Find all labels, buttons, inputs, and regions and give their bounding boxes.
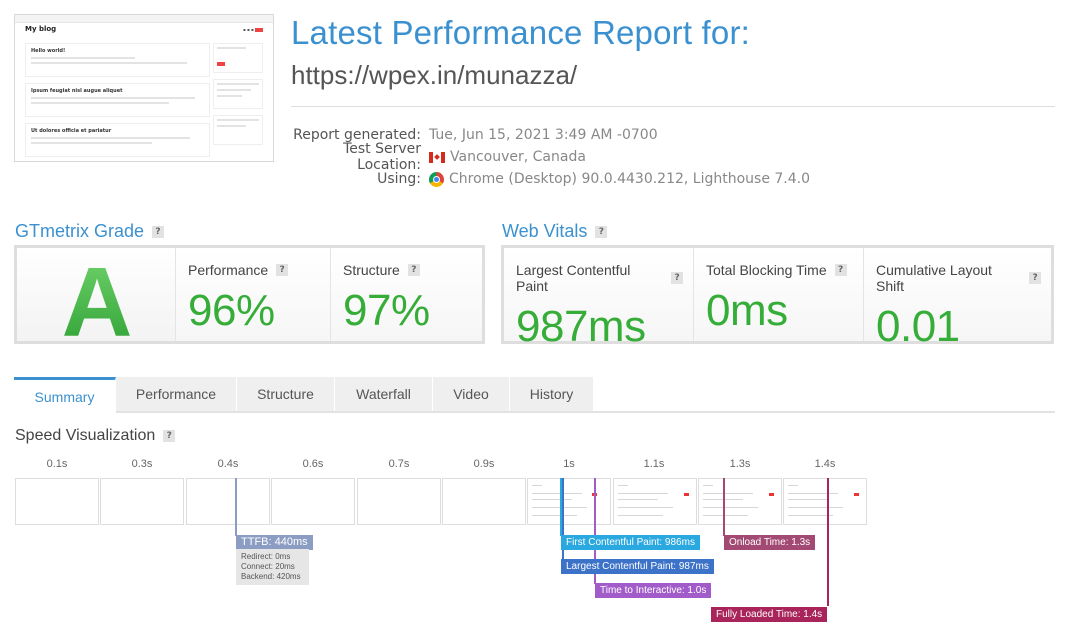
tick-label: 0.9s	[473, 458, 495, 470]
tab-history[interactable]: History	[510, 377, 594, 411]
help-icon[interactable]: ?	[834, 264, 847, 276]
tab-waterfall[interactable]: Waterfall	[335, 377, 433, 411]
performance-value: 96%	[188, 286, 275, 335]
thumbnail-post: Hello world!	[25, 43, 210, 77]
tick-label: 0.3s	[131, 458, 153, 470]
performance-cell: Performance? 96%	[175, 248, 330, 341]
filmstrip-frame[interactable]	[357, 478, 441, 525]
thumbnail-nav: ▪ ▪ ▪	[243, 27, 263, 32]
grade-letter: A	[61, 246, 133, 357]
filmstrip-frame[interactable]	[271, 478, 355, 525]
structure-cell: Structure? 97%	[330, 248, 482, 341]
help-icon[interactable]: ?	[1029, 272, 1041, 284]
tab-video[interactable]: Video	[433, 377, 510, 411]
tbt-cell: Total Blocking Time? 0ms	[693, 248, 863, 341]
ttfb-backend: Backend: 420ms	[241, 572, 301, 581]
report-tabs: Summary Performance Structure Waterfall …	[14, 377, 1055, 413]
tti-marker: Time to Interactive: 1.0s	[595, 583, 712, 598]
lcp-label: Largest Contentful Paint	[516, 262, 631, 294]
lcp-value: 987ms	[516, 302, 646, 351]
lcp-cell: Largest Contentful Paint? 987ms	[504, 248, 693, 351]
cls-value: 0.01	[876, 302, 960, 351]
fully-loaded-marker: Fully Loaded Time: 1.4s	[711, 607, 828, 622]
gtmetrix-grade-panel: A Performance? 96% Structure? 97%	[14, 245, 485, 351]
meta-row-location: Test Server Location: Vancouver, Canada	[291, 141, 810, 173]
ttfb-connect: Connect: 20ms	[241, 562, 295, 571]
thumbnail-posts: Hello world! Ipsum feugiat nisl augue al…	[25, 43, 210, 161]
help-icon[interactable]: ?	[163, 430, 176, 442]
performance-label: Performance	[188, 262, 269, 278]
onload-marker: Onload Time: 1.3s	[724, 535, 816, 550]
ttfb-marker: TTFB: 440ms	[236, 535, 313, 550]
meta-value: Vancouver, Canada	[450, 149, 586, 165]
filmstrip-frame[interactable]	[783, 478, 867, 525]
meta-value: Chrome (Desktop) 90.0.4430.212, Lighthou…	[449, 171, 811, 187]
tick-label: 0.6s	[302, 458, 324, 470]
thumbnail-post: Ut dolores officia et pariatur	[25, 123, 210, 157]
filmstrip-frame[interactable]	[613, 478, 697, 525]
tab-performance[interactable]: Performance	[116, 377, 237, 411]
ttfb-redirect: Redirect: 0ms	[241, 552, 291, 561]
tab-structure[interactable]: Structure	[237, 377, 335, 411]
tick-label: 1.1s	[643, 458, 665, 470]
help-icon[interactable]: ?	[152, 225, 165, 238]
ttfb-line	[235, 478, 237, 536]
tick-label: 0.1s	[46, 458, 68, 470]
cls-cell: Cumulative Layout Shift? 0.01	[863, 248, 1051, 351]
gtmetrix-grade-heading: GTmetrix Grade ?	[15, 221, 165, 242]
help-icon[interactable]: ?	[407, 264, 420, 276]
tick-label: 1.3s	[729, 458, 751, 470]
help-icon[interactable]: ?	[276, 264, 289, 276]
meta-row-using: Using: Chrome (Desktop) 90.0.4430.212, L…	[291, 168, 810, 190]
meta-key: Using:	[377, 171, 421, 187]
filmstrip-frame[interactable]	[527, 478, 611, 525]
thumbnail-sidebar	[213, 43, 263, 151]
canada-flag-icon	[429, 151, 445, 163]
tick-label: 0.7s	[388, 458, 410, 470]
help-icon[interactable]: ?	[671, 272, 683, 284]
lcp-marker: Largest Contentful Paint: 987ms	[561, 559, 714, 574]
speed-visualization-heading: Speed Visualization ?	[15, 427, 176, 445]
page-screenshot-thumbnail[interactable]: My blog ▪ ▪ ▪ Hello world! Ipsum feugiat…	[14, 14, 274, 162]
fully-loaded-line	[827, 478, 829, 606]
cls-label: Cumulative Layout Shift	[876, 262, 992, 294]
help-icon[interactable]: ?	[595, 225, 608, 238]
tbt-label: Total Blocking Time	[706, 262, 827, 278]
structure-value: 97%	[343, 286, 430, 335]
report-meta: Report generated: Tue, Jun 15, 2021 3:49…	[291, 124, 810, 190]
tbt-value: 0ms	[706, 286, 788, 335]
filmstrip-frame[interactable]	[698, 478, 782, 525]
filmstrip-frame[interactable]	[186, 478, 270, 525]
tab-summary[interactable]: Summary	[14, 377, 116, 413]
filmstrip-frame[interactable]	[15, 478, 99, 525]
tick-label: 1.4s	[814, 458, 836, 470]
meta-value: Tue, Jun 15, 2021 3:49 AM -0700	[429, 127, 658, 143]
ttfb-breakdown: Redirect: 0ms Connect: 20ms Backend: 420…	[236, 549, 309, 585]
fcp-marker: First Contentful Paint: 986ms	[561, 535, 700, 550]
filmstrip-frame[interactable]	[100, 478, 184, 525]
chrome-icon	[429, 171, 444, 187]
tick-label: 1s	[563, 458, 575, 470]
thumbnail-topbar	[15, 15, 273, 23]
grade-cell: A	[17, 248, 175, 351]
meta-key: Test Server Location:	[343, 141, 421, 173]
report-title: Latest Performance Report for:	[291, 14, 751, 51]
thumbnail-post: Ipsum feugiat nisl augue aliquet	[25, 83, 210, 117]
timeline-ticks: 0.1s 0.3s 0.4s 0.6s 0.7s 0.9s 1s 1.1s 1.…	[0, 458, 1065, 474]
structure-label: Structure	[343, 262, 400, 278]
web-vitals-heading: Web Vitals ?	[502, 221, 608, 242]
header-divider	[291, 106, 1055, 107]
report-url[interactable]: https://wpex.in/munazza/	[291, 60, 577, 91]
tick-label: 0.4s	[217, 458, 239, 470]
web-vitals-panel: Largest Contentful Paint? 987ms Total Bl…	[501, 245, 1054, 351]
thumbnail-blog-title: My blog	[25, 25, 57, 33]
onload-line	[723, 478, 725, 536]
filmstrip-frame[interactable]	[442, 478, 526, 525]
